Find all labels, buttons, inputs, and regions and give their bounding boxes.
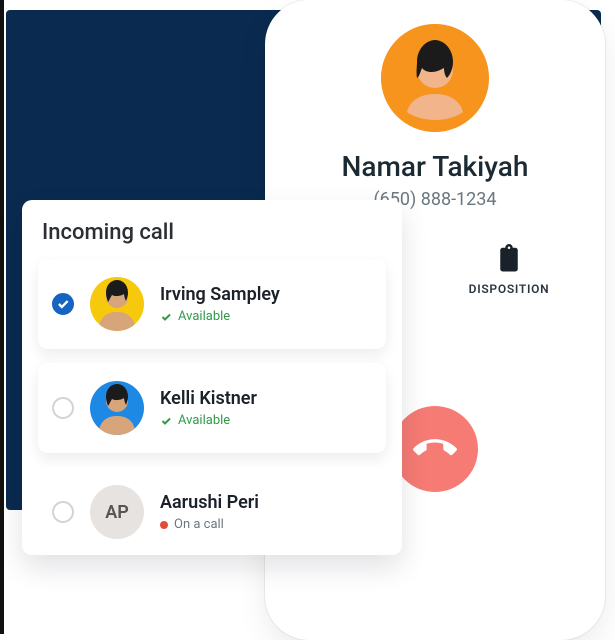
contact-name: Aarushi Peri xyxy=(160,492,259,513)
contact-avatar xyxy=(90,381,144,435)
hangup-button[interactable] xyxy=(392,406,478,492)
left-divider xyxy=(0,0,4,634)
contact-card[interactable]: Irving Sampley Available xyxy=(38,259,386,349)
contact-status: On a call xyxy=(160,517,259,532)
panel-title: Incoming call xyxy=(38,220,386,245)
caller-avatar xyxy=(381,24,489,132)
contact-meta: Kelli Kistner Available xyxy=(160,388,257,428)
contact-meta: Irving Sampley Available xyxy=(160,284,280,324)
contact-card[interactable]: Kelli Kistner Available xyxy=(38,363,386,453)
contact-name: Kelli Kistner xyxy=(160,388,257,409)
avatar-image xyxy=(90,381,144,435)
contact-meta: Aarushi Peri On a call xyxy=(160,492,259,532)
caller-name: Namar Takiyah xyxy=(342,150,529,183)
caller-block: Namar Takiyah (650) 888-1234 xyxy=(283,24,587,210)
status-text: On a call xyxy=(174,517,224,532)
contact-name: Irving Sampley xyxy=(160,284,280,305)
contact-card[interactable]: AP Aarushi Peri On a call xyxy=(38,467,386,545)
contact-list: Irving Sampley Available Kelli Kistner Avai… xyxy=(38,259,386,545)
disposition-button[interactable]: DISPOSITION xyxy=(459,244,559,296)
contact-avatar xyxy=(90,277,144,331)
radio-unselected[interactable] xyxy=(52,501,74,523)
radio-selected[interactable] xyxy=(52,293,74,315)
busy-dot-icon xyxy=(160,521,168,529)
phone-hangup-icon xyxy=(405,419,464,478)
status-text: Available xyxy=(178,309,230,324)
avatar-image xyxy=(381,24,489,132)
contact-avatar: AP xyxy=(90,485,144,539)
check-icon xyxy=(160,415,172,427)
disposition-label: DISPOSITION xyxy=(469,282,550,296)
status-text: Available xyxy=(178,413,230,428)
check-icon xyxy=(56,297,70,311)
contact-status: Available xyxy=(160,413,257,428)
avatar-image xyxy=(90,277,144,331)
radio-unselected[interactable] xyxy=(52,397,74,419)
clipboard-icon xyxy=(494,244,524,274)
contact-status: Available xyxy=(160,309,280,324)
incoming-call-panel: Incoming call Irving SampleyAvailableKel… xyxy=(22,200,402,555)
check-icon xyxy=(160,311,172,323)
